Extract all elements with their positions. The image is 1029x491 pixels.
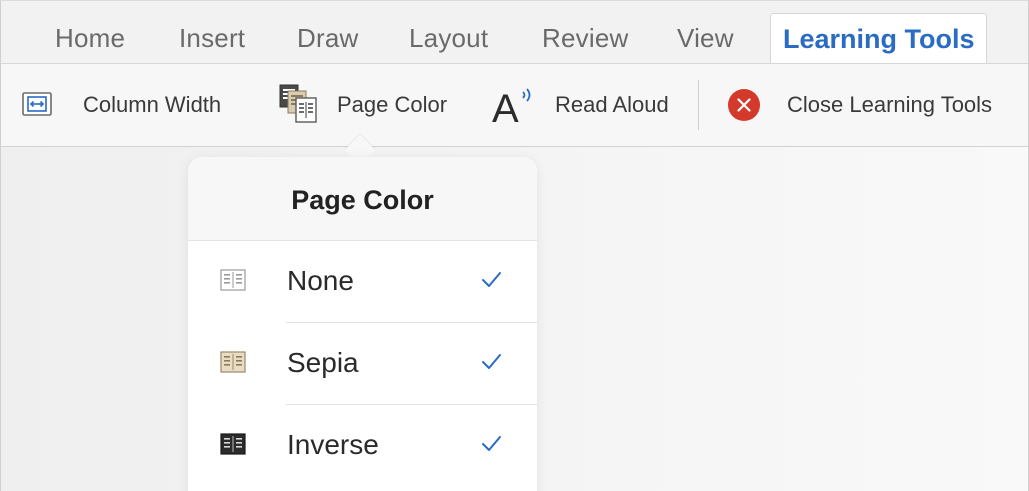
close-learning-tools-button[interactable]: Close Learning Tools <box>727 64 1027 146</box>
column-width-button[interactable]: Column Width <box>19 64 251 146</box>
option-none-label: None <box>287 265 354 296</box>
page-color-option-inverse[interactable]: Inverse <box>188 405 537 487</box>
tab-learning-tools[interactable]: Learning Tools <box>770 13 987 65</box>
ribbon-divider <box>698 80 699 130</box>
read-aloud-button[interactable]: A Read Aloud <box>491 64 689 146</box>
popover-header: Page Color <box>188 157 537 241</box>
option-inverse-label: Inverse <box>287 429 379 460</box>
tab-layout[interactable]: Layout <box>409 23 488 54</box>
read-aloud-label: Read Aloud <box>555 92 669 117</box>
checkmark-icon <box>482 272 501 287</box>
page-color-button[interactable]: Page Color <box>273 64 469 146</box>
page-sepia-icon <box>220 351 246 373</box>
ribbon-tabs: Home Insert Draw Layout Review View Lear… <box>1 1 1028 65</box>
page-color-icon <box>279 84 317 123</box>
page-color-popover: Page Color None Sepia Inverse <box>188 157 537 491</box>
tab-draw[interactable]: Draw <box>297 23 358 54</box>
app-window: Home Insert Draw Layout Review View Lear… <box>0 0 1029 491</box>
tab-insert[interactable]: Insert <box>179 23 245 54</box>
page-none-icon <box>220 269 246 291</box>
checkmark-icon <box>482 354 501 369</box>
column-width-label: Column Width <box>83 92 222 117</box>
ribbon-toolbar: Column Width Page Color A Read Aloud Clo… <box>1 63 1028 147</box>
close-learning-tools-label: Close Learning Tools <box>787 92 993 117</box>
svg-text:A: A <box>492 87 519 126</box>
tab-home[interactable]: Home <box>55 23 125 54</box>
column-width-icon <box>22 92 52 116</box>
page-color-option-none[interactable]: None <box>188 241 537 323</box>
checkmark-icon <box>482 436 501 451</box>
page-color-option-sepia[interactable]: Sepia <box>188 323 537 405</box>
read-aloud-icon: A <box>492 87 531 126</box>
option-sepia-label: Sepia <box>287 347 359 378</box>
tab-learning-tools-label: Learning Tools <box>783 24 975 54</box>
popover-title: Page Color <box>291 185 434 215</box>
page-color-label: Page Color <box>337 92 448 117</box>
tab-review[interactable]: Review <box>542 23 628 54</box>
page-inverse-icon <box>220 433 246 455</box>
close-circle-icon <box>728 89 760 121</box>
tab-view[interactable]: View <box>677 23 734 54</box>
